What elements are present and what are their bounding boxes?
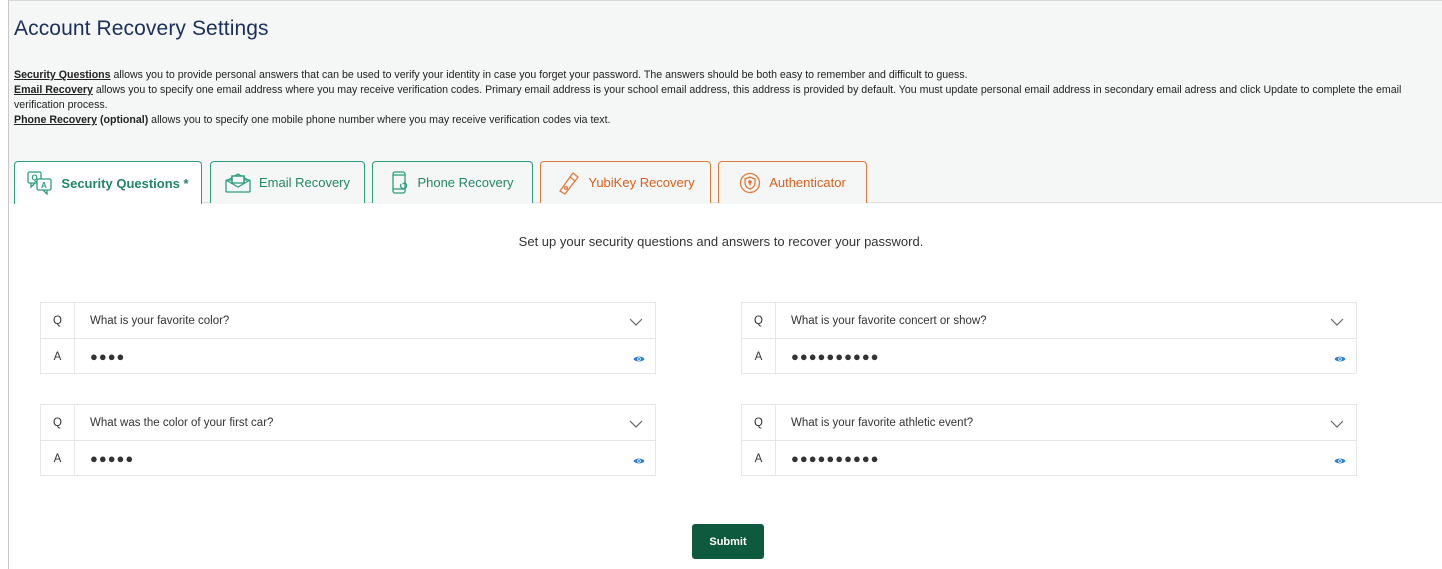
envelope-icon: [225, 172, 251, 193]
tab-security-questions[interactable]: Q A Security Questions *: [14, 161, 202, 204]
key-icon: [556, 171, 580, 195]
svg-text:Q: Q: [32, 174, 38, 183]
page-title: Account Recovery Settings: [14, 17, 269, 40]
email-recovery-link[interactable]: Email Recovery: [14, 84, 93, 96]
answer-letter: A: [41, 441, 75, 476]
answer-letter: A: [41, 339, 75, 374]
answer-value[interactable]: ●●●●●●●●●●: [776, 349, 1356, 364]
tab-authenticator[interactable]: Authenticator: [718, 161, 867, 203]
tab-phone-recovery[interactable]: Phone Recovery: [372, 161, 533, 203]
eye-icon[interactable]: [1334, 351, 1346, 369]
qa-card: Q What is your favorite concert or show?…: [741, 302, 1357, 374]
question-letter: Q: [742, 303, 776, 338]
qa-icon: Q A: [27, 171, 53, 195]
svg-text:A: A: [41, 181, 47, 190]
question-select[interactable]: Q What was the color of your first car?: [41, 405, 655, 441]
question-select[interactable]: Q What is your favorite concert or show?: [742, 303, 1356, 339]
answer-value[interactable]: ●●●●●: [75, 451, 655, 466]
submit-button[interactable]: Submit: [692, 524, 764, 559]
description: Security Questions allows you to provide…: [14, 68, 1440, 128]
phone-recovery-link[interactable]: Phone Recovery: [14, 114, 97, 126]
answer-field[interactable]: A ●●●●●●●●●●: [742, 339, 1356, 374]
question-text: What is your favorite color?: [90, 314, 230, 327]
chevron-down-icon[interactable]: [629, 314, 643, 332]
shield-icon: [739, 172, 761, 194]
answer-field[interactable]: A ●●●●●●●●●●: [742, 441, 1356, 476]
eye-icon[interactable]: [1334, 453, 1346, 471]
phone-icon: [391, 170, 409, 195]
security-questions-link[interactable]: Security Questions: [14, 69, 111, 81]
answer-letter: A: [742, 441, 776, 476]
tab-label: Authenticator: [769, 175, 846, 190]
eye-icon[interactable]: [633, 351, 645, 369]
answer-letter: A: [742, 339, 776, 374]
question-letter: Q: [41, 405, 75, 440]
tab-label: Phone Recovery: [417, 175, 514, 190]
chevron-down-icon[interactable]: [1330, 416, 1344, 434]
qa-card: Q What was the color of your first car? …: [40, 404, 656, 476]
answer-field[interactable]: A ●●●●: [41, 339, 655, 374]
tab-yubikey-recovery[interactable]: YubiKey Recovery: [540, 161, 711, 203]
answer-field[interactable]: A ●●●●●: [41, 441, 655, 476]
phone-recovery-description: Phone Recovery (optional) allows you to …: [14, 114, 611, 126]
tab-label: Email Recovery: [258, 175, 351, 190]
question-text: What was the color of your first car?: [90, 416, 274, 429]
security-questions-description: Security Questions allows you to provide…: [14, 69, 968, 81]
tab-email-recovery[interactable]: Email Recovery: [210, 161, 365, 203]
chevron-down-icon[interactable]: [1330, 314, 1344, 332]
eye-icon[interactable]: [633, 453, 645, 471]
tab-label: YubiKey Recovery: [588, 175, 695, 190]
question-select[interactable]: Q What is your favorite color?: [41, 303, 655, 339]
question-text: What is your favorite athletic event?: [791, 416, 974, 429]
question-letter: Q: [742, 405, 776, 440]
question-letter: Q: [41, 303, 75, 338]
intro-text: Set up your security questions and answe…: [518, 234, 924, 249]
qa-card: Q What is your favorite athletic event? …: [741, 404, 1357, 476]
question-select[interactable]: Q What is your favorite athletic event?: [742, 405, 1356, 441]
email-recovery-description: Email Recovery allows you to specify one…: [14, 84, 1402, 111]
question-text: What is your favorite concert or show?: [791, 314, 987, 327]
chevron-down-icon[interactable]: [629, 416, 643, 434]
answer-value[interactable]: ●●●●: [75, 349, 655, 364]
qa-card: Q What is your favorite color? A ●●●●: [40, 302, 656, 374]
tab-label: Security Questions *: [61, 175, 189, 191]
answer-value[interactable]: ●●●●●●●●●●: [776, 451, 1356, 466]
